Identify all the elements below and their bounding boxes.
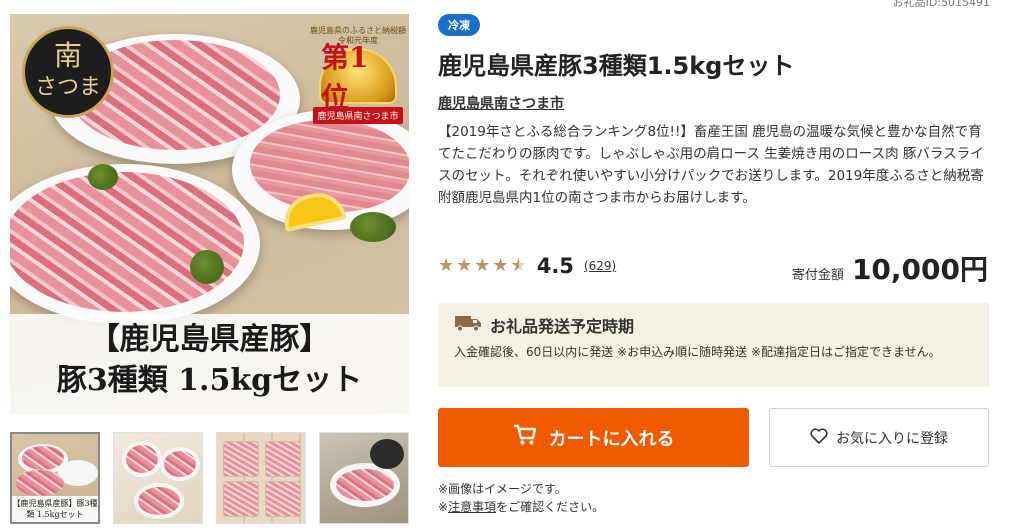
add-to-favorites-button[interactable]: お気に入りに登録: [769, 408, 989, 467]
star-icon: ★: [456, 255, 473, 276]
herb-garnish: [88, 164, 118, 190]
star-icon: ★: [438, 255, 455, 276]
price-value: 10,000円: [851, 253, 988, 286]
herb-garnish: [350, 212, 396, 242]
rating-value: 4.5: [536, 254, 574, 278]
heart-icon: [810, 427, 828, 448]
shipping-title: お礼品発送予定時期: [490, 317, 635, 336]
truck-icon: [454, 314, 482, 336]
rating-stars: ★ ★ ★ ★ ★: [438, 256, 527, 276]
image-caption-line2: 豚3種類 1.5kgセット: [56, 363, 363, 398]
shipping-info-box: お礼品発送予定時期 入金確認後、60日以内に発送 ※お申込み順に随時発送 ※配達…: [438, 303, 989, 387]
add-to-cart-label: カートに入れる: [548, 428, 675, 450]
city-link[interactable]: 鹿児島県南さつま市: [438, 93, 564, 113]
price-label: 寄付金額: [791, 268, 844, 283]
award-top-text: 鹿児島県のふるさと納税額: [310, 26, 406, 35]
award-badge: 鹿児島県のふるさと納税額 令和元年度 第1位 鹿児島県南さつま市: [308, 26, 408, 130]
herb-garnish: [190, 250, 224, 284]
award-ribbon: 鹿児島県南さつま市: [313, 107, 403, 124]
frozen-tag: 冷凍: [438, 14, 480, 36]
review-count-link[interactable]: (629): [584, 259, 616, 273]
pork-belly-slices: [10, 172, 244, 312]
minamisatsuma-logo: 南 さつま: [22, 26, 114, 118]
caution-note: ※注意事項をご確認ください。: [438, 500, 605, 514]
image-note: ※画像はイメージです。: [438, 482, 567, 496]
cart-icon: [513, 424, 537, 451]
thumbnail-strip: 【鹿児島県産豚】豚3種類 1.5kgセット: [10, 432, 410, 524]
caution-link[interactable]: 注意事項: [448, 500, 496, 514]
favorite-label: お気に入りに登録: [836, 430, 948, 447]
thumbnail-2[interactable]: [113, 432, 203, 524]
thumbnail-4[interactable]: [319, 432, 409, 524]
product-id: お礼品ID:5015491: [892, 0, 990, 9]
thumbnail-3[interactable]: [216, 432, 306, 524]
notes: ※画像はイメージです。 ※注意事項をご確認ください。: [438, 480, 604, 516]
star-icon: ★: [492, 255, 509, 276]
price: 寄付金額 10,000円: [792, 248, 988, 288]
thumbnail-caption: 【鹿児島県産豚】豚3種類 1.5kgセット: [12, 496, 98, 522]
product-description: 【2019年さとふる総合ランキング8位!!】畜産王国 鹿児島の温暖な気候と豊かな…: [438, 124, 984, 206]
shipping-text: 入金確認後、60日以内に発送 ※お申込み順に随時発送 ※配達指定日はご指定できま…: [454, 345, 941, 359]
award-medal: 第1位: [319, 41, 397, 114]
thumbnail-1[interactable]: 【鹿児島県産豚】豚3種類 1.5kgセット: [10, 432, 100, 524]
product-main-image: 南 さつま 鹿児島県のふるさと納税額 令和元年度 第1位 鹿児島県南さつま市 【…: [10, 14, 409, 414]
product-title: 鹿児島県産豚3種類1.5kgセット: [438, 52, 795, 80]
image-caption-line1: 【鹿児島県産豚】: [89, 322, 330, 357]
add-to-cart-button[interactable]: カートに入れる: [438, 408, 749, 467]
image-caption: 【鹿児島県産豚】 豚3種類 1.5kgセット: [10, 314, 409, 414]
rating: ★ ★ ★ ★ ★ 4.5 (629): [438, 254, 616, 278]
half-star-icon: ★: [510, 255, 527, 276]
star-icon: ★: [474, 255, 491, 276]
